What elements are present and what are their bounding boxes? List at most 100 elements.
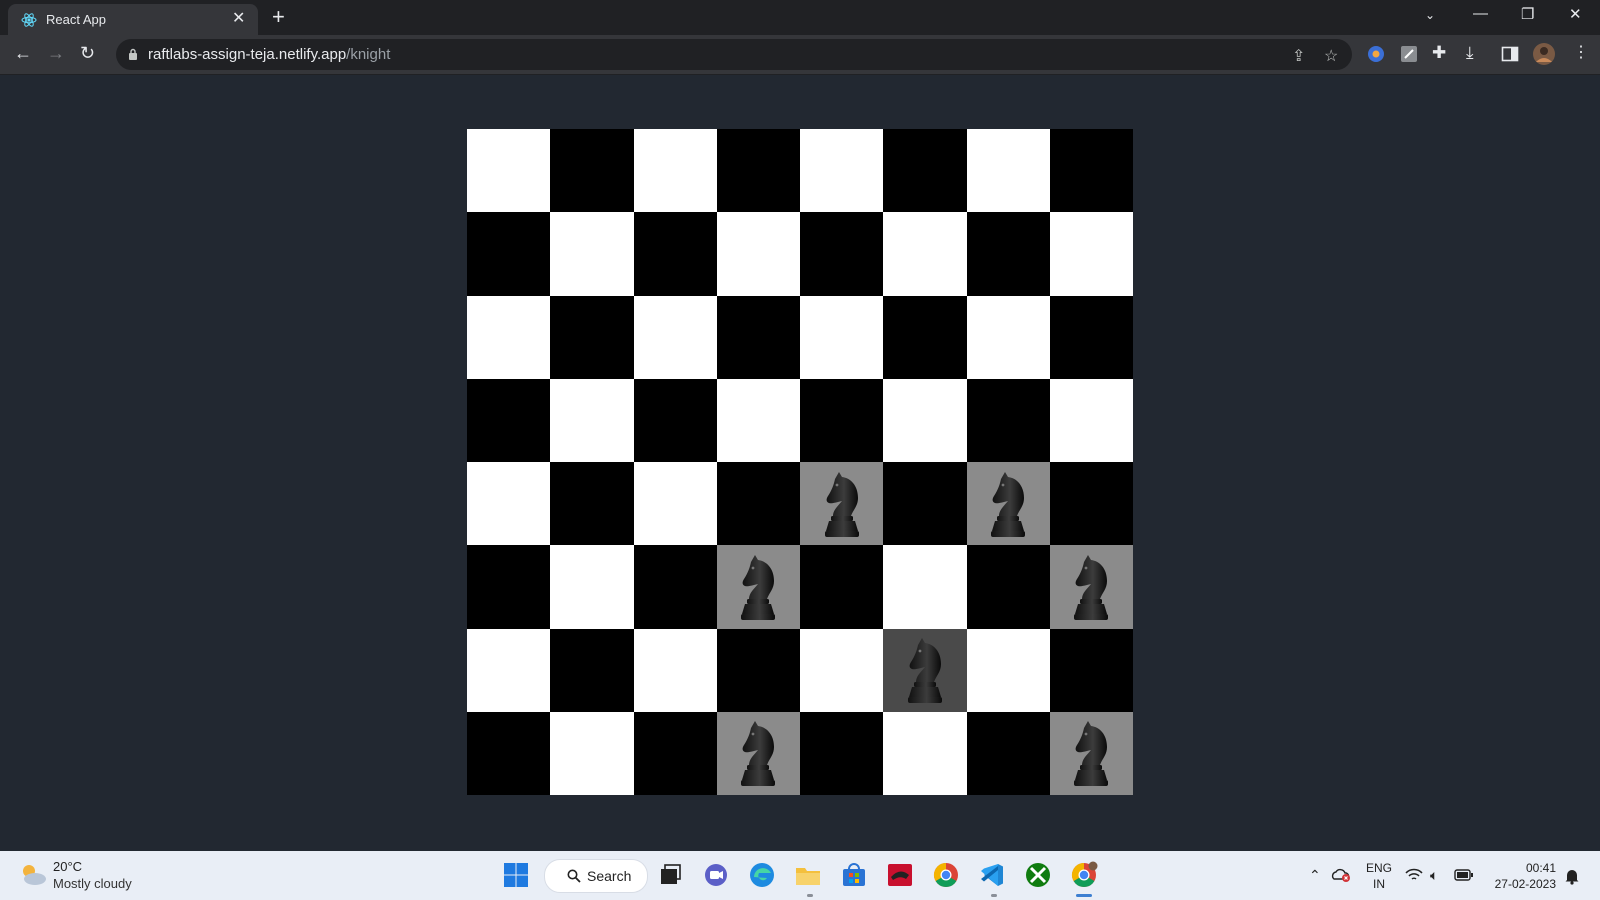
language-indicator-bottom[interactable]: IN: [1364, 877, 1394, 891]
knight-move-square[interactable]: [716, 545, 800, 629]
board-square[interactable]: [633, 295, 717, 379]
board-square[interactable]: [716, 295, 800, 379]
forward-button[interactable]: →: [47, 43, 65, 63]
board-square[interactable]: [550, 212, 634, 296]
knight-move-square[interactable]: [800, 462, 884, 546]
chat-icon[interactable]: [702, 861, 730, 889]
file-explorer-icon[interactable]: [794, 861, 822, 889]
board-square[interactable]: [800, 545, 884, 629]
knight-move-square[interactable]: [1049, 545, 1133, 629]
xbox-icon[interactable]: [1024, 861, 1052, 889]
board-square[interactable]: [633, 628, 717, 712]
board-square[interactable]: [966, 711, 1050, 795]
board-square[interactable]: [550, 628, 634, 712]
board-square[interactable]: [467, 545, 551, 629]
board-square[interactable]: [800, 129, 884, 213]
chrome-profile-icon[interactable]: [1070, 861, 1098, 889]
board-square[interactable]: [800, 378, 884, 462]
tab-search-chevron-icon[interactable]: ⌄: [1425, 8, 1435, 22]
board-square[interactable]: [716, 628, 800, 712]
wifi-icon[interactable]: [1405, 868, 1423, 882]
board-square[interactable]: [467, 711, 551, 795]
extensions-puzzle-icon[interactable]: ✚: [1432, 43, 1446, 63]
board-square[interactable]: [1049, 378, 1133, 462]
board-square[interactable]: [966, 295, 1050, 379]
board-square[interactable]: [467, 129, 551, 213]
board-square[interactable]: [883, 711, 967, 795]
board-square[interactable]: [467, 462, 551, 546]
board-square[interactable]: [883, 295, 967, 379]
board-square[interactable]: [633, 462, 717, 546]
clock-time[interactable]: 00:41: [1500, 861, 1556, 875]
knight-move-square[interactable]: [966, 462, 1050, 546]
tray-overflow-chevron-icon[interactable]: ⌃: [1309, 867, 1321, 884]
back-button[interactable]: ←: [14, 43, 32, 63]
board-square[interactable]: [1049, 628, 1133, 712]
chrome-icon[interactable]: [932, 861, 960, 889]
board-square[interactable]: [550, 462, 634, 546]
board-square[interactable]: [1049, 212, 1133, 296]
browser-menu-icon[interactable]: ⋮: [1573, 43, 1589, 63]
address-bar[interactable]: raftlabs-assign-teja.netlify.app/knight …: [116, 39, 1352, 70]
battery-icon[interactable]: [1454, 869, 1474, 881]
tab-close-icon[interactable]: ✕: [232, 8, 245, 28]
weather-description[interactable]: Mostly cloudy: [53, 876, 132, 891]
board-square[interactable]: [1049, 295, 1133, 379]
extension-notes-icon[interactable]: [1399, 44, 1419, 64]
board-square[interactable]: [467, 212, 551, 296]
board-square[interactable]: [966, 545, 1050, 629]
board-square[interactable]: [633, 129, 717, 213]
board-square[interactable]: [633, 711, 717, 795]
board-square[interactable]: [800, 295, 884, 379]
vscode-icon[interactable]: [978, 861, 1006, 889]
onedrive-error-icon[interactable]: [1331, 867, 1351, 883]
reload-button[interactable]: ↻: [80, 43, 95, 63]
language-indicator-top[interactable]: ENG: [1364, 861, 1394, 875]
board-square[interactable]: [467, 378, 551, 462]
minimize-button[interactable]: —: [1473, 5, 1488, 22]
volume-icon[interactable]: 🔈︎: [1430, 867, 1438, 884]
selected-knight-square[interactable]: [883, 628, 967, 712]
weather-temperature[interactable]: 20°C: [53, 859, 82, 874]
board-square[interactable]: [883, 545, 967, 629]
board-square[interactable]: [716, 378, 800, 462]
board-square[interactable]: [800, 628, 884, 712]
share-icon[interactable]: ⇪: [1292, 46, 1305, 66]
restore-button[interactable]: ❐: [1521, 5, 1534, 23]
board-square[interactable]: [550, 545, 634, 629]
board-square[interactable]: [550, 711, 634, 795]
board-square[interactable]: [800, 711, 884, 795]
side-panel-icon[interactable]: [1500, 44, 1520, 64]
board-square[interactable]: [550, 378, 634, 462]
board-square[interactable]: [716, 462, 800, 546]
knight-move-square[interactable]: [1049, 711, 1133, 795]
board-square[interactable]: [550, 129, 634, 213]
red-app-icon[interactable]: [886, 861, 914, 889]
board-square[interactable]: [1049, 129, 1133, 213]
board-square[interactable]: [883, 129, 967, 213]
microsoft-store-icon[interactable]: [840, 861, 868, 889]
board-square[interactable]: [716, 129, 800, 213]
download-icon[interactable]: ⤓: [1466, 43, 1474, 63]
extension-shield-icon[interactable]: [1366, 44, 1386, 64]
close-window-button[interactable]: ✕: [1569, 5, 1582, 23]
board-square[interactable]: [800, 212, 884, 296]
board-square[interactable]: [550, 295, 634, 379]
board-square[interactable]: [467, 295, 551, 379]
board-square[interactable]: [966, 212, 1050, 296]
edge-browser-icon[interactable]: [748, 861, 776, 889]
board-square[interactable]: [1049, 462, 1133, 546]
board-square[interactable]: [716, 212, 800, 296]
knight-move-square[interactable]: [716, 711, 800, 795]
profile-avatar[interactable]: [1533, 43, 1555, 65]
board-square[interactable]: [633, 212, 717, 296]
board-square[interactable]: [633, 545, 717, 629]
board-square[interactable]: [966, 378, 1050, 462]
taskbar-search[interactable]: Search: [544, 859, 648, 893]
clock-date[interactable]: 27-02-2023: [1486, 877, 1556, 891]
bookmark-star-icon[interactable]: ☆: [1324, 46, 1338, 66]
notification-bell-icon[interactable]: [1564, 867, 1580, 885]
board-square[interactable]: [966, 129, 1050, 213]
task-view-icon[interactable]: [656, 861, 684, 889]
board-square[interactable]: [883, 462, 967, 546]
